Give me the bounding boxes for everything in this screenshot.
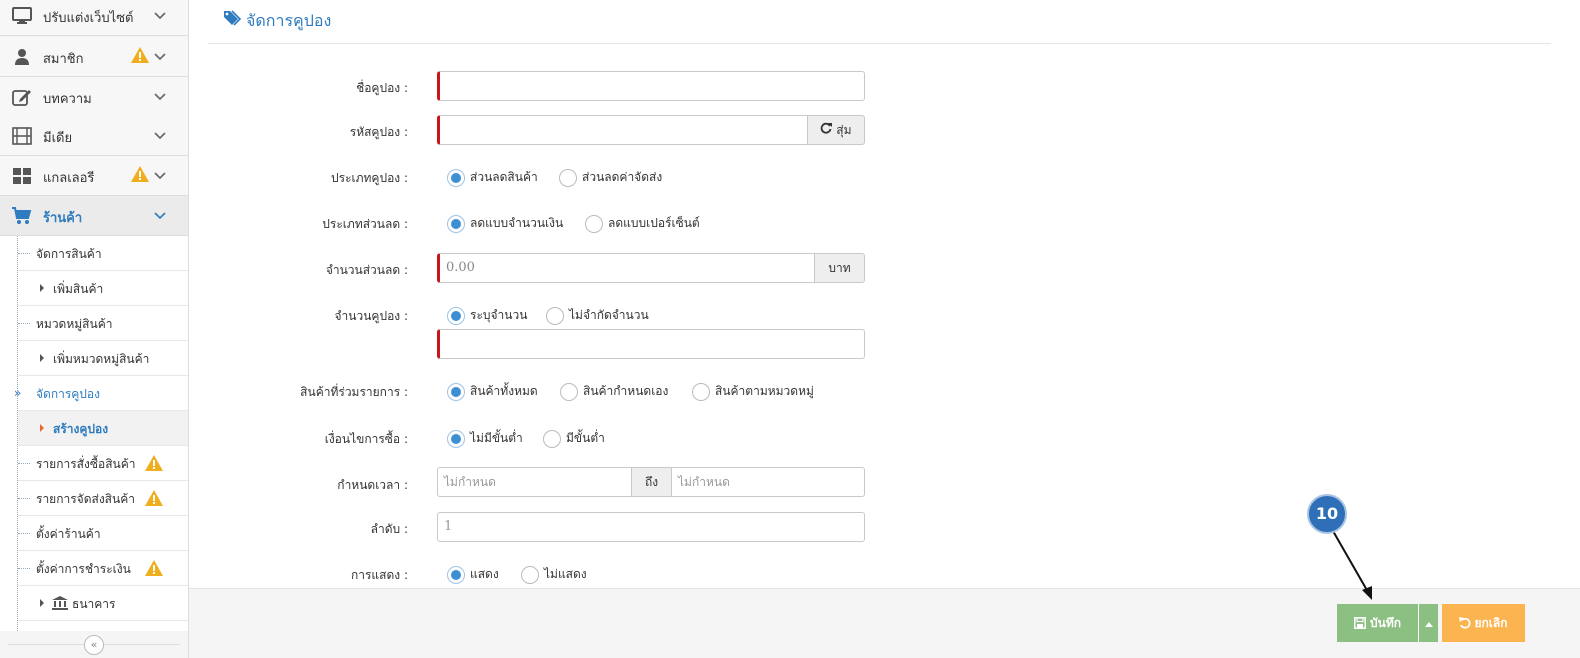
- callout-arrow: [1332, 530, 1372, 600]
- step-number-badge: 10: [1307, 494, 1347, 534]
